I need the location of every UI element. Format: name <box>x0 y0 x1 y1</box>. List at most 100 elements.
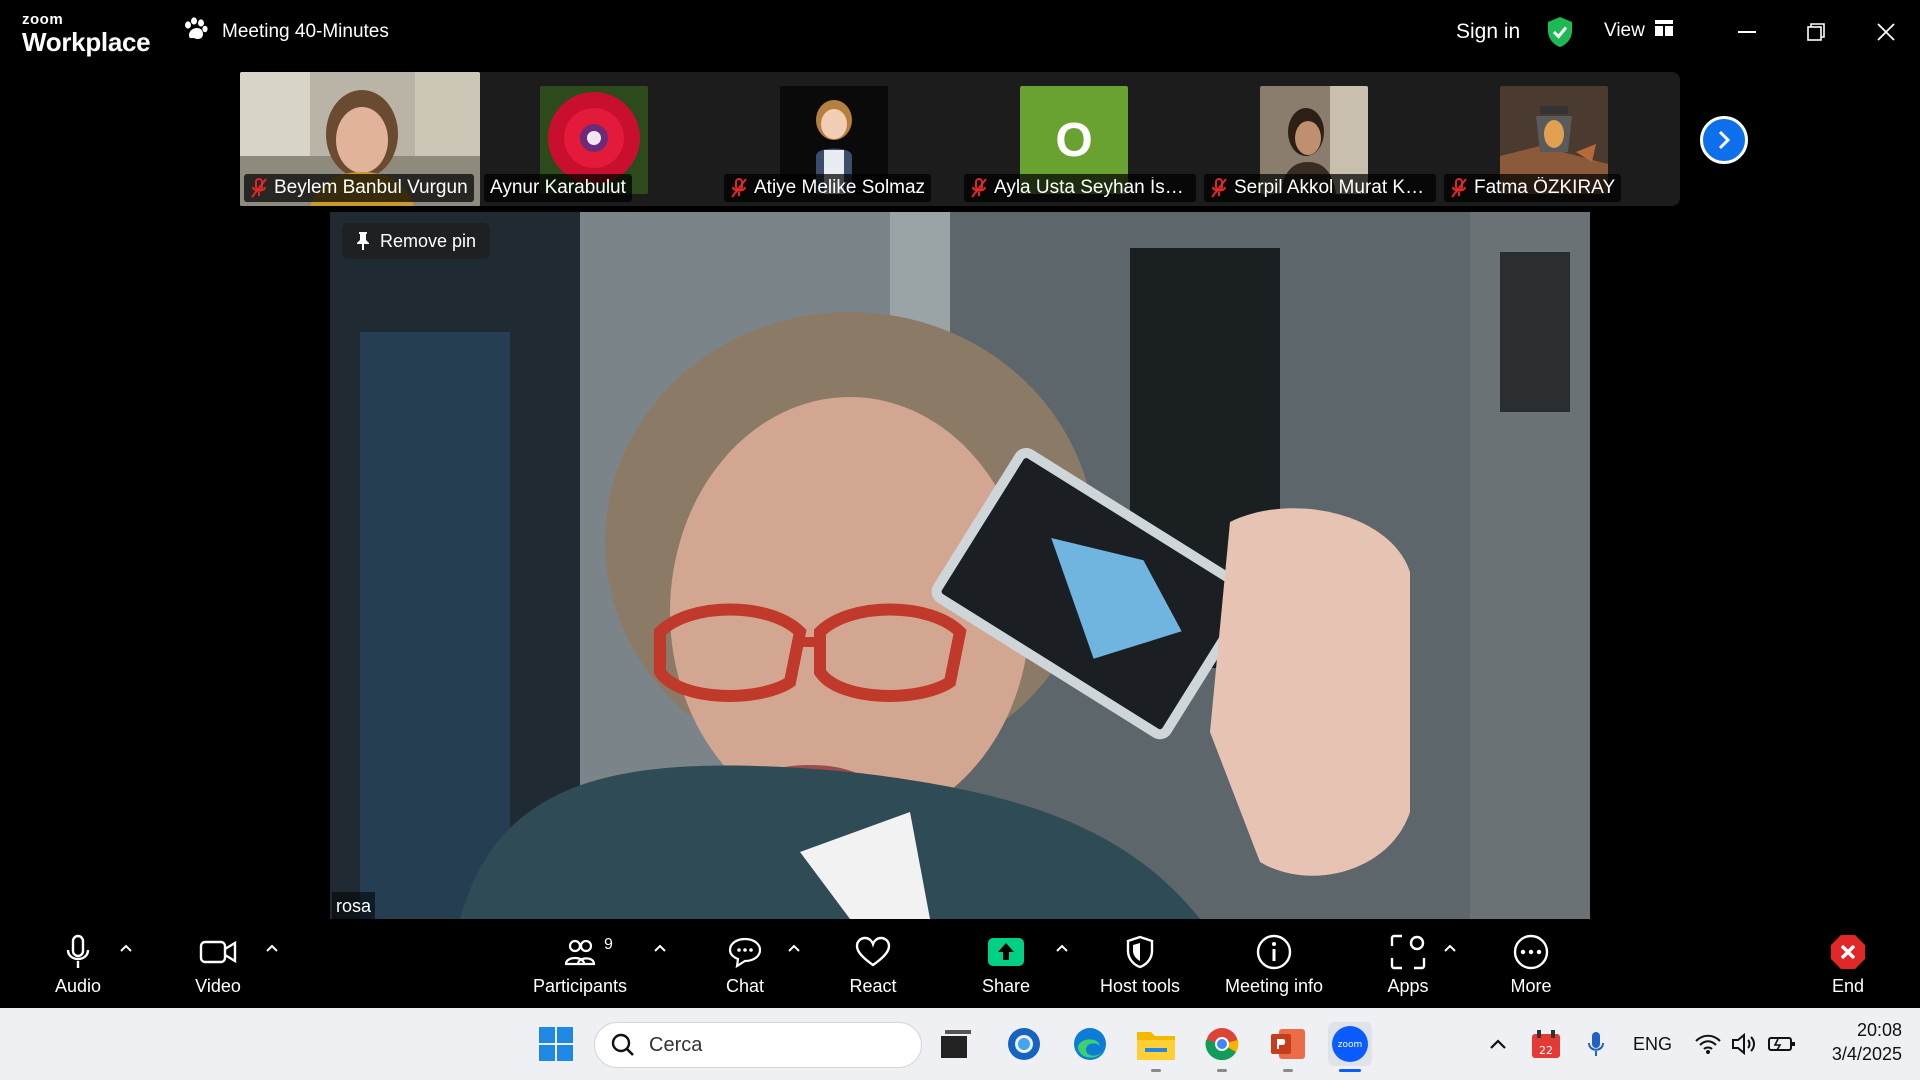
participant-name: Fatma ÖZKIRAY <box>1474 177 1616 198</box>
participant-tile[interactable]: Beylem Banbul Vurgun <box>240 72 480 206</box>
windows-start-icon[interactable] <box>534 1022 578 1066</box>
search-placeholder: Cerca <box>649 1033 703 1056</box>
heart-icon <box>855 936 891 967</box>
mic-muted-icon <box>1211 178 1227 198</box>
end-label: End <box>1831 976 1865 996</box>
participant-name-tag: Fatma ÖZKIRAY <box>1444 174 1622 202</box>
title-bar: zoom Workplace Meeting 40-Minutes Sign i… <box>0 0 1920 64</box>
paw-icon <box>182 17 208 47</box>
pinned-speaker-video <box>330 212 1590 919</box>
participant-tile[interactable]: Aynur Karabulut <box>480 72 720 206</box>
remove-pin-button[interactable]: Remove pin <box>342 223 491 259</box>
calendar-app-icon[interactable]: 22 <box>1524 1022 1568 1066</box>
edge-browser-icon[interactable] <box>1068 1022 1112 1066</box>
close-icon[interactable] <box>1868 14 1904 50</box>
participant-name-tag: Aynur Karabulut <box>484 174 632 202</box>
participant-name-tag: Serpil Akkol Murat Köl... <box>1204 174 1436 202</box>
chat-button[interactable]: Chat <box>716 930 774 1006</box>
svg-text:zoom: zoom <box>1338 1040 1363 1050</box>
search-icon <box>611 1033 634 1056</box>
apps-options-caret-icon[interactable] <box>1440 938 1460 958</box>
powerpoint-icon[interactable] <box>1266 1022 1310 1072</box>
security-shield-icon[interactable] <box>1546 16 1574 48</box>
info-icon <box>1256 934 1292 970</box>
video-camera-icon <box>199 940 237 964</box>
participants-count: 9 <box>604 936 613 953</box>
sign-in-link[interactable]: Sign in <box>1456 20 1520 44</box>
share-button[interactable]: Share <box>978 930 1034 1006</box>
share-screen-icon <box>988 938 1024 966</box>
video-options-caret-icon[interactable] <box>262 938 282 958</box>
participants-options-caret-icon[interactable] <box>650 938 670 958</box>
chevron-up-icon[interactable] <box>1476 1022 1520 1066</box>
react-button[interactable]: React <box>844 930 902 1006</box>
participant-name: Beylem Banbul Vurgun <box>274 177 468 198</box>
apps-label: Apps <box>1387 976 1429 996</box>
chat-label: Chat <box>725 976 765 996</box>
participant-name: Serpil Akkol Murat Köl... <box>1234 177 1430 198</box>
restore-icon[interactable] <box>1798 14 1834 50</box>
meeting-title[interactable]: Meeting 40-Minutes <box>182 17 389 47</box>
participants-button[interactable]: 9 Participants <box>528 930 632 1006</box>
more-button[interactable]: More <box>1506 930 1556 1006</box>
participant-name-tag: Beylem Banbul Vurgun <box>244 174 474 202</box>
participant-name-tag: Atiye Melike Solmaz <box>724 174 932 202</box>
share-options-caret-icon[interactable] <box>1052 938 1072 958</box>
mic-muted-icon <box>1451 178 1467 198</box>
taskbar-search-box[interactable]: Cerca <box>594 1022 922 1068</box>
running-indicator <box>1151 1069 1161 1072</box>
task-view-icon[interactable] <box>934 1022 978 1066</box>
speaker-name-tag: rosa <box>332 892 376 920</box>
next-page-button[interactable] <box>1700 116 1748 164</box>
react-label: React <box>849 976 897 996</box>
minimize-icon[interactable] <box>1729 14 1765 50</box>
end-meeting-icon <box>1831 935 1865 969</box>
calendar-badge: 22 <box>1539 1044 1553 1057</box>
host-tools-button[interactable]: Host tools <box>1092 930 1188 1006</box>
clock-date[interactable]: 3/4/2025 <box>1818 1044 1902 1065</box>
meeting-title-text: Meeting 40-Minutes <box>222 21 389 42</box>
participant-name: Aynur Karabulut <box>490 177 626 198</box>
logo-small-text: zoom <box>22 11 64 28</box>
chat-options-caret-icon[interactable] <box>784 938 804 958</box>
audio-options-caret-icon[interactable] <box>116 938 136 958</box>
avatar-letter: O <box>1055 113 1093 167</box>
video-label: Video <box>195 976 241 996</box>
participant-name-tag: Ayla Usta Seyhan İsme... <box>964 174 1196 202</box>
view-button[interactable]: View <box>1604 20 1673 42</box>
mic-muted-icon <box>971 178 987 198</box>
chevron-right-icon <box>1718 130 1731 150</box>
microphone-tray-icon[interactable] <box>1574 1022 1618 1066</box>
participant-tile[interactable]: O Ayla Usta Seyhan İsme... <box>960 72 1200 206</box>
file-explorer-icon[interactable] <box>1134 1022 1178 1072</box>
zoom-app-icon[interactable]: zoom <box>1328 1022 1372 1072</box>
meeting-info-button[interactable]: Meeting info <box>1216 930 1332 1006</box>
chat-icon <box>728 937 762 968</box>
participants-icon <box>564 939 596 966</box>
battery-icon[interactable] <box>1760 1022 1804 1066</box>
remove-pin-label: Remove pin <box>380 230 477 251</box>
clock-time[interactable]: 20:08 <box>1848 1020 1902 1041</box>
participant-tile[interactable]: Fatma ÖZKIRAY <box>1440 72 1680 206</box>
running-indicator <box>1283 1069 1293 1072</box>
view-label: View <box>1604 20 1645 41</box>
microphone-icon <box>66 934 90 968</box>
grid-view-icon <box>1654 20 1673 42</box>
participant-tile[interactable]: Atiye Melike Solmaz <box>720 72 960 206</box>
participant-name: Atiye Melike Solmaz <box>754 177 926 198</box>
pin-icon <box>357 232 369 250</box>
audio-button[interactable]: Audio <box>46 930 110 1006</box>
apps-button[interactable]: Apps <box>1380 930 1436 1006</box>
meeting-info-label: Meeting info <box>1224 976 1324 996</box>
participant-tile[interactable]: Serpil Akkol Murat Köl... <box>1200 72 1440 206</box>
logo-big-text: Workplace <box>22 27 151 57</box>
meeting-controls-toolbar: Audio Video 9 Participants Chat React Sh… <box>0 920 1920 1008</box>
audio-label: Audio <box>54 976 102 996</box>
end-meeting-button[interactable]: End <box>1826 930 1870 1006</box>
browser-blue-icon[interactable] <box>1002 1022 1046 1066</box>
host-shield-icon <box>1126 935 1154 969</box>
apps-icon <box>1390 934 1426 970</box>
language-indicator[interactable]: ENG <box>1633 1034 1672 1055</box>
video-button[interactable]: Video <box>186 930 250 1006</box>
chrome-browser-icon[interactable] <box>1200 1022 1244 1072</box>
